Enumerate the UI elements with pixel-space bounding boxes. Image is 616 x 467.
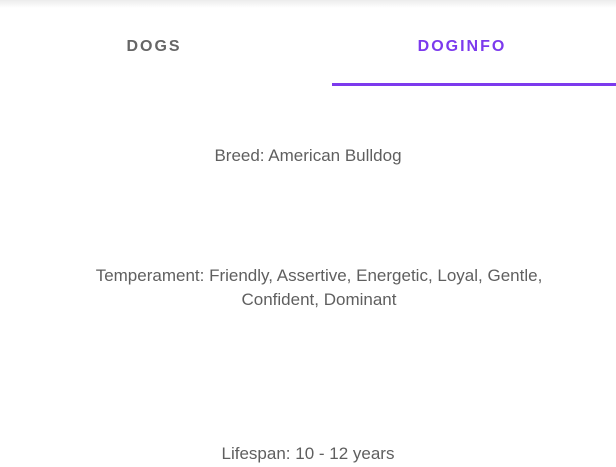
tab-dogs-label: DOGS (126, 38, 182, 55)
tab-bar: DOGS DOGINFO (0, 8, 616, 86)
temperament-line-1: Temperament: Friendly, Assertive, Energe… (95, 266, 543, 285)
breed-text: Breed: American Bulldog (214, 146, 402, 165)
lifespan-text: Lifespan: 10 - 12 years (221, 444, 395, 463)
active-tab-indicator (332, 83, 616, 86)
tab-dogs[interactable]: DOGS (0, 8, 308, 86)
doginfo-screen: DOGS DOGINFO Breed: American Bulldog Tem… (0, 0, 616, 467)
temperament-text: Temperament: Friendly, Assertive, Energe… (22, 264, 616, 312)
top-shadow (0, 0, 616, 8)
temperament-line-2: Confident, Dominant (241, 290, 397, 309)
tab-doginfo[interactable]: DOGINFO (308, 8, 616, 86)
tab-doginfo-label: DOGINFO (417, 38, 507, 55)
